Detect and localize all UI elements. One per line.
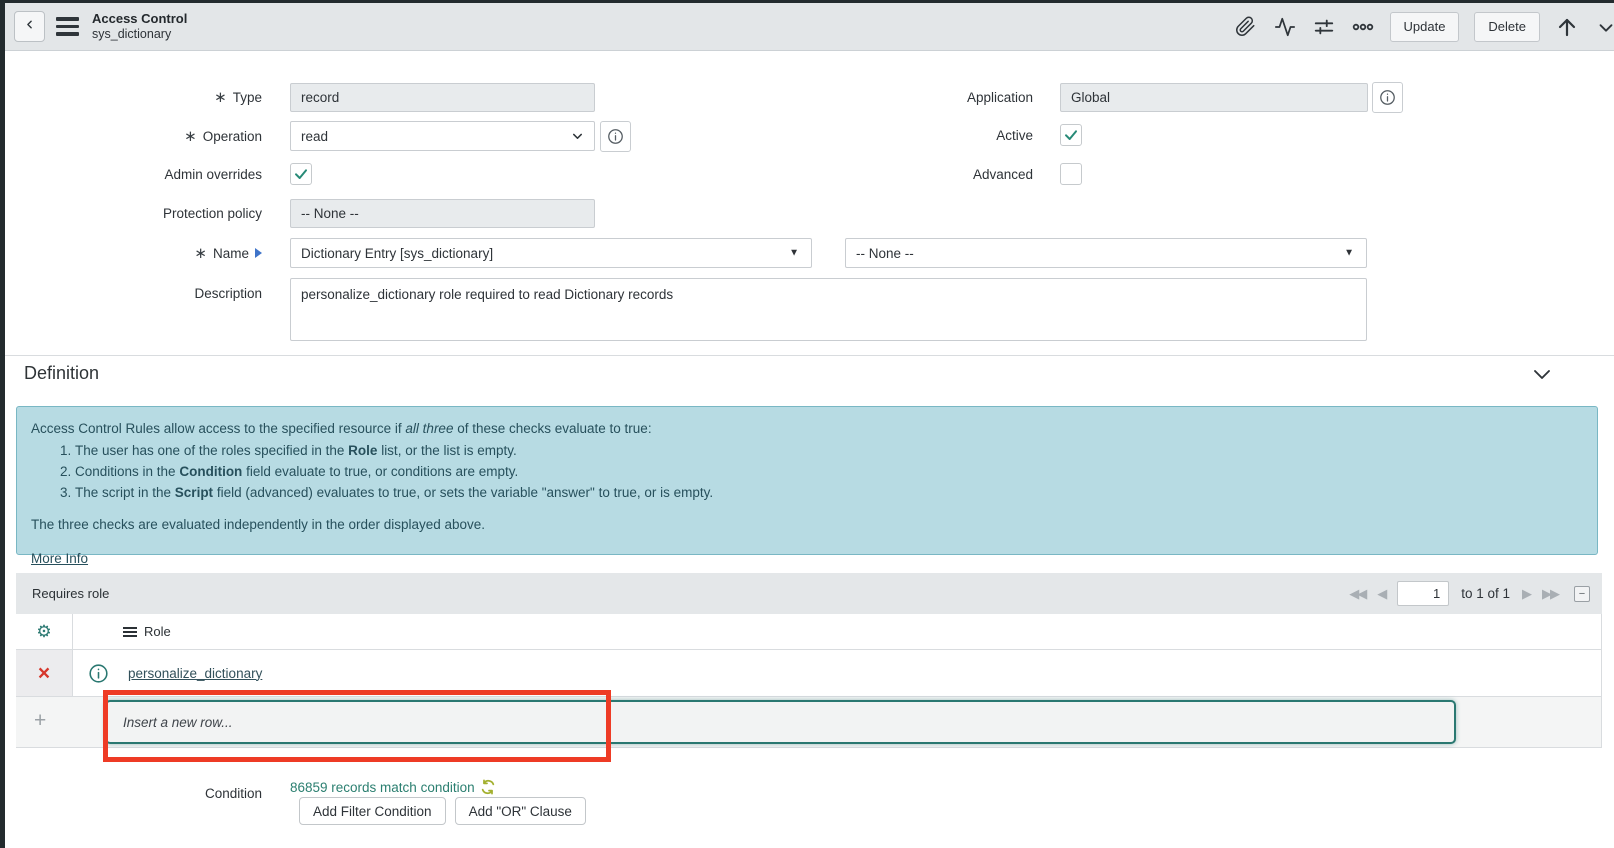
name-field-select[interactable]: -- None -- ▼	[845, 238, 1367, 268]
operation-label: ∗ Operation	[184, 128, 262, 145]
requires-role-column-header: ⚙ Role	[16, 614, 1602, 650]
active-label: Active	[996, 127, 1033, 143]
condition-buttons: Add Filter Condition Add "OR" Clause	[299, 797, 586, 825]
name-table-select[interactable]: Dictionary Entry [sys_dictionary] ▼	[290, 238, 812, 268]
chevron-down-icon	[570, 129, 585, 144]
requires-role-header-bar: Requires role ◀◀ ◀ to 1 of 1 ▶ ▶▶ −	[16, 573, 1602, 614]
application-info-button[interactable]	[1372, 82, 1403, 113]
insert-row: + Insert a new row...	[16, 697, 1602, 748]
delete-row-icon[interactable]: ×	[38, 663, 50, 684]
column-menu-icon	[123, 626, 137, 637]
requires-role-title: Requires role	[32, 586, 110, 601]
condition-label: Condition	[204, 785, 262, 801]
activity-stream-icon[interactable]	[1273, 15, 1297, 39]
record-info-icon[interactable]	[88, 663, 109, 684]
page-range-text: to 1 of 1	[1461, 586, 1510, 601]
name-label: ∗ Name	[0, 238, 262, 268]
last-page-icon[interactable]: ▶▶	[1542, 586, 1560, 602]
add-or-clause-button[interactable]: Add "OR" Clause	[454, 797, 586, 825]
add-filter-condition-button[interactable]: Add Filter Condition	[299, 797, 446, 825]
advanced-checkbox[interactable]	[1060, 163, 1082, 185]
protection-policy-field: -- None --	[290, 199, 595, 228]
name-expand-icon[interactable]	[255, 248, 262, 258]
update-button[interactable]: Update	[1389, 11, 1460, 42]
acl-help-infobox: Access Control Rules allow access to the…	[16, 406, 1598, 566]
active-checkbox[interactable]	[1060, 124, 1082, 146]
back-button[interactable]	[14, 11, 45, 42]
type-label: ∗ Type	[214, 89, 262, 106]
application-label: Application	[966, 90, 1033, 105]
infobox-footer: The three checks are evaluated independe…	[31, 517, 486, 532]
page-title: Access Control	[92, 10, 188, 26]
definition-section-title: Definition	[24, 363, 100, 383]
access-control-form-page: Access Control sys_dictionary Update Del…	[0, 0, 1614, 848]
previous-page-icon[interactable]: ◀	[1377, 586, 1387, 602]
role-record-link[interactable]: personalize_dictionary	[128, 666, 262, 681]
list-settings-cell: ⚙	[16, 614, 73, 649]
infobox-intro: Access Control Rules allow access to the…	[31, 421, 652, 436]
personalize-form-icon[interactable]	[1312, 15, 1336, 39]
section-divider	[0, 355, 1614, 356]
admin-overrides-label: Admin overrides	[164, 166, 262, 182]
more-options-icon[interactable]	[1351, 15, 1375, 39]
list-pagination: ◀◀ ◀ to 1 of 1 ▶ ▶▶ −	[1349, 581, 1590, 606]
top-edge-strip	[0, 0, 1614, 3]
delete-button[interactable]: Delete	[1474, 11, 1540, 42]
minimize-list-icon[interactable]: −	[1574, 585, 1590, 602]
admin-overrides-checkbox[interactable]	[290, 163, 312, 185]
collapse-header-chevron-icon[interactable]	[1594, 15, 1614, 39]
operation-info-button[interactable]	[600, 121, 631, 152]
back-chevron-icon	[23, 18, 36, 36]
required-icon: ∗	[214, 89, 227, 106]
left-edge-strip	[0, 0, 5, 848]
role-column-header[interactable]: Role	[73, 624, 171, 639]
description-label: Description	[194, 285, 262, 301]
next-page-icon[interactable]: ▶	[1522, 586, 1532, 602]
gear-icon[interactable]: ⚙	[36, 622, 51, 642]
page-number-input[interactable]	[1397, 581, 1450, 606]
page-subtitle: sys_dictionary	[92, 26, 172, 41]
type-field: record	[290, 83, 595, 112]
header-titles: Access Control sys_dictionary	[92, 10, 188, 41]
application-field: Global	[1060, 83, 1368, 112]
definition-collapse-chevron-icon[interactable]	[1530, 362, 1554, 391]
first-page-icon[interactable]: ◀◀	[1349, 586, 1367, 602]
more-info-link[interactable]: More Info	[31, 548, 88, 569]
records-match-link[interactable]: 86859 records match condition	[290, 779, 496, 795]
dropdown-triangle-icon: ▼	[789, 247, 799, 259]
add-row-icon[interactable]: +	[34, 710, 46, 731]
required-icon: ∗	[194, 244, 207, 262]
required-icon: ∗	[184, 128, 197, 145]
refresh-icon[interactable]	[480, 779, 496, 795]
attachment-icon[interactable]	[1234, 15, 1258, 39]
delete-row-cell: ×	[16, 650, 73, 696]
dropdown-triangle-icon: ▼	[1344, 247, 1354, 259]
infobox-check-item: Conditions in the Condition field evalua…	[75, 461, 1583, 482]
infobox-check-item: The script in the Script field (advanced…	[75, 482, 1583, 503]
infobox-check-item: The user has one of the roles specified …	[75, 440, 1583, 461]
protection-policy-label: Protection policy	[162, 206, 262, 221]
context-menu-icon[interactable]	[56, 17, 79, 36]
table-row: × personalize_dictionary	[16, 650, 1602, 697]
description-textarea[interactable]: personalize_dictionary role required to …	[290, 278, 1367, 341]
form-header-bar: Access Control sys_dictionary Update Del…	[5, 3, 1614, 51]
scroll-to-top-icon[interactable]	[1555, 15, 1579, 39]
advanced-label: Advanced	[972, 166, 1033, 182]
operation-select[interactable]: read	[290, 121, 595, 151]
insert-new-row-input[interactable]: Insert a new row...	[105, 700, 1456, 744]
